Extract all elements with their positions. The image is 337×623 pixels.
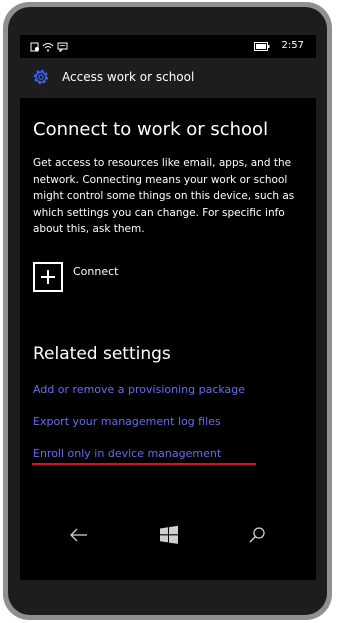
- phone-screen: 2:57 Access work or school Connect to wo…: [20, 35, 316, 580]
- wifi-icon: [42, 42, 54, 55]
- battery-icon: [254, 42, 270, 54]
- connect-label[interactable]: Connect: [73, 265, 118, 278]
- notification-icon: [30, 42, 40, 55]
- connect-plus-button[interactable]: [33, 262, 63, 292]
- status-bar: 2:57: [20, 35, 316, 57]
- app-title-bar: Access work or school: [20, 58, 316, 98]
- highlight-underline: [32, 463, 256, 465]
- description-text: Get access to resources like email, apps…: [33, 157, 295, 235]
- back-icon[interactable]: [67, 523, 91, 547]
- message-icon: [57, 42, 68, 55]
- section-heading: Connect to work or school: [33, 119, 269, 140]
- search-icon[interactable]: [245, 523, 269, 547]
- windows-icon[interactable]: [157, 523, 181, 547]
- navigation-bar: [20, 515, 316, 555]
- link-export-log-files[interactable]: Export your management log files: [33, 415, 221, 428]
- link-provisioning-package[interactable]: Add or remove a provisioning package: [33, 383, 245, 396]
- gear-icon: [31, 67, 51, 91]
- link-enroll-device-management[interactable]: Enroll only in device management: [33, 447, 221, 460]
- clock: 2:57: [281, 40, 304, 51]
- page-title: Access work or school: [62, 70, 195, 84]
- related-settings-heading: Related settings: [33, 344, 171, 364]
